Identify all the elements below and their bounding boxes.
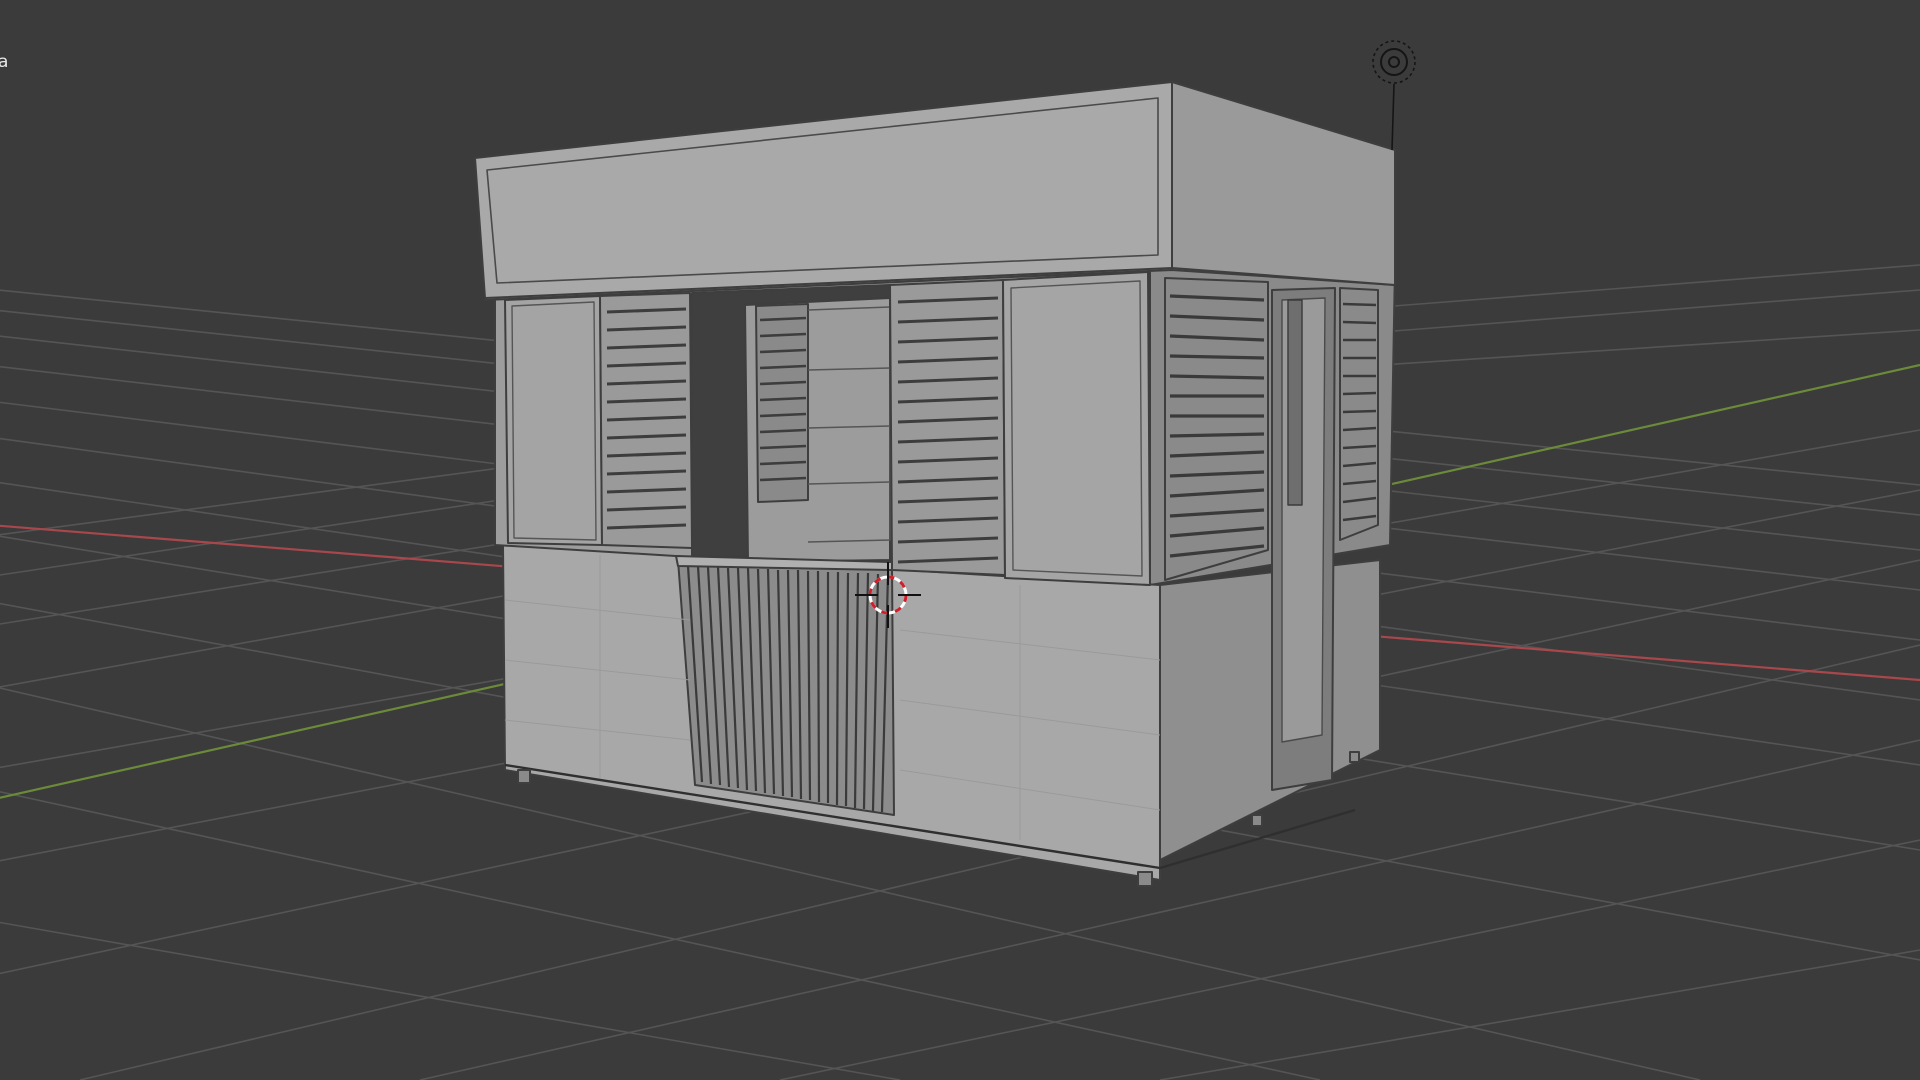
3d-viewport[interactable]: a [0,0,1920,1080]
right-louver-frame [889,279,1006,576]
viewport-canvas[interactable] [0,0,1920,1080]
roof-side-face [1171,81,1396,286]
left-panel [504,295,603,546]
foot-left [517,769,531,784]
foot-front [1137,871,1153,887]
kiosk-model[interactable] [474,81,1396,887]
right-panel [1002,271,1151,586]
roof-front-face [474,81,1173,299]
foot-right [1251,814,1263,827]
foot-back [1349,751,1360,763]
light-icon[interactable] [1372,40,1416,151]
lower-side-face [1159,559,1381,861]
